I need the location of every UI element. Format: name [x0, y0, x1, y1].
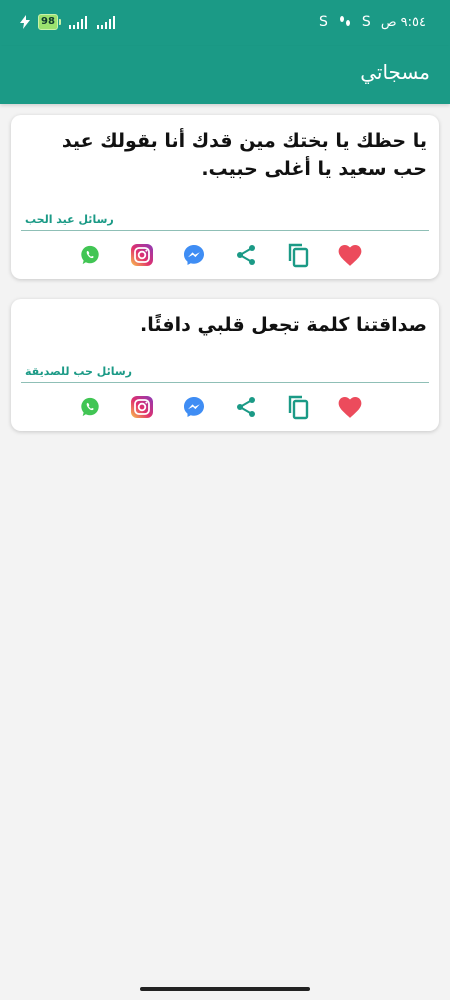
whatsapp-icon — [81, 245, 99, 265]
page-title: مسجاتي — [360, 60, 430, 84]
battery: 98 — [38, 14, 61, 30]
heart-icon — [338, 397, 362, 418]
whatsapp-button[interactable] — [75, 392, 105, 422]
share-button[interactable] — [231, 392, 261, 422]
status-time: ٩:٥٤ ص — [380, 14, 426, 30]
home-indicator[interactable] — [140, 987, 310, 991]
status-bar: 98 S S ٩:٥٤ ص — [0, 0, 450, 46]
message-category: رسائل عيد الحب — [25, 213, 114, 226]
message-card: صداقتنا كلمة تجعل قلبي دافئًا. رسائل حب … — [11, 299, 439, 431]
status-left: 98 — [20, 14, 117, 30]
messenger-icon — [184, 245, 204, 265]
copy-button[interactable] — [283, 392, 313, 422]
message-text: يا حظك يا بختك مين قدك أنا بقولك عيد حب … — [61, 130, 427, 180]
s-icon: S — [361, 14, 371, 30]
battery-nub — [58, 19, 61, 25]
status-right: S S ٩:٥٤ ص — [319, 14, 426, 30]
instagram-button[interactable] — [127, 392, 157, 422]
charging-icon — [20, 15, 30, 29]
signal-icon — [96, 16, 115, 29]
share-button[interactable] — [231, 240, 261, 270]
share-icon — [237, 245, 255, 265]
heart-icon — [338, 245, 362, 266]
message-category: رسائل حب للصديقة — [25, 365, 132, 378]
message-text: صداقتنا كلمة تجعل قلبي دافئًا. — [140, 314, 427, 336]
battery-level: 98 — [38, 14, 58, 30]
copy-button[interactable] — [283, 240, 313, 270]
messenger-icon — [184, 397, 204, 417]
signal-icon — [68, 16, 87, 29]
instagram-icon — [131, 244, 153, 266]
instagram-icon — [131, 396, 153, 418]
messenger-button[interactable] — [179, 392, 209, 422]
message-actions — [11, 383, 439, 431]
copy-icon — [288, 243, 309, 268]
messenger-button[interactable] — [179, 240, 209, 270]
instagram-button[interactable] — [127, 240, 157, 270]
message-list: يا حظك يا بختك مين قدك أنا بقولك عيد حب … — [11, 115, 439, 451]
message-actions — [11, 231, 439, 279]
share-icon — [237, 397, 255, 417]
whatsapp-icon — [81, 397, 99, 417]
s-icon: S — [319, 14, 328, 30]
app-bar: مسجاتي — [0, 46, 450, 104]
walk-icon — [339, 16, 350, 26]
copy-icon — [288, 395, 309, 420]
favorite-button[interactable] — [335, 240, 365, 270]
message-card: يا حظك يا بختك مين قدك أنا بقولك عيد حب … — [11, 115, 439, 279]
favorite-button[interactable] — [335, 392, 365, 422]
whatsapp-button[interactable] — [75, 240, 105, 270]
